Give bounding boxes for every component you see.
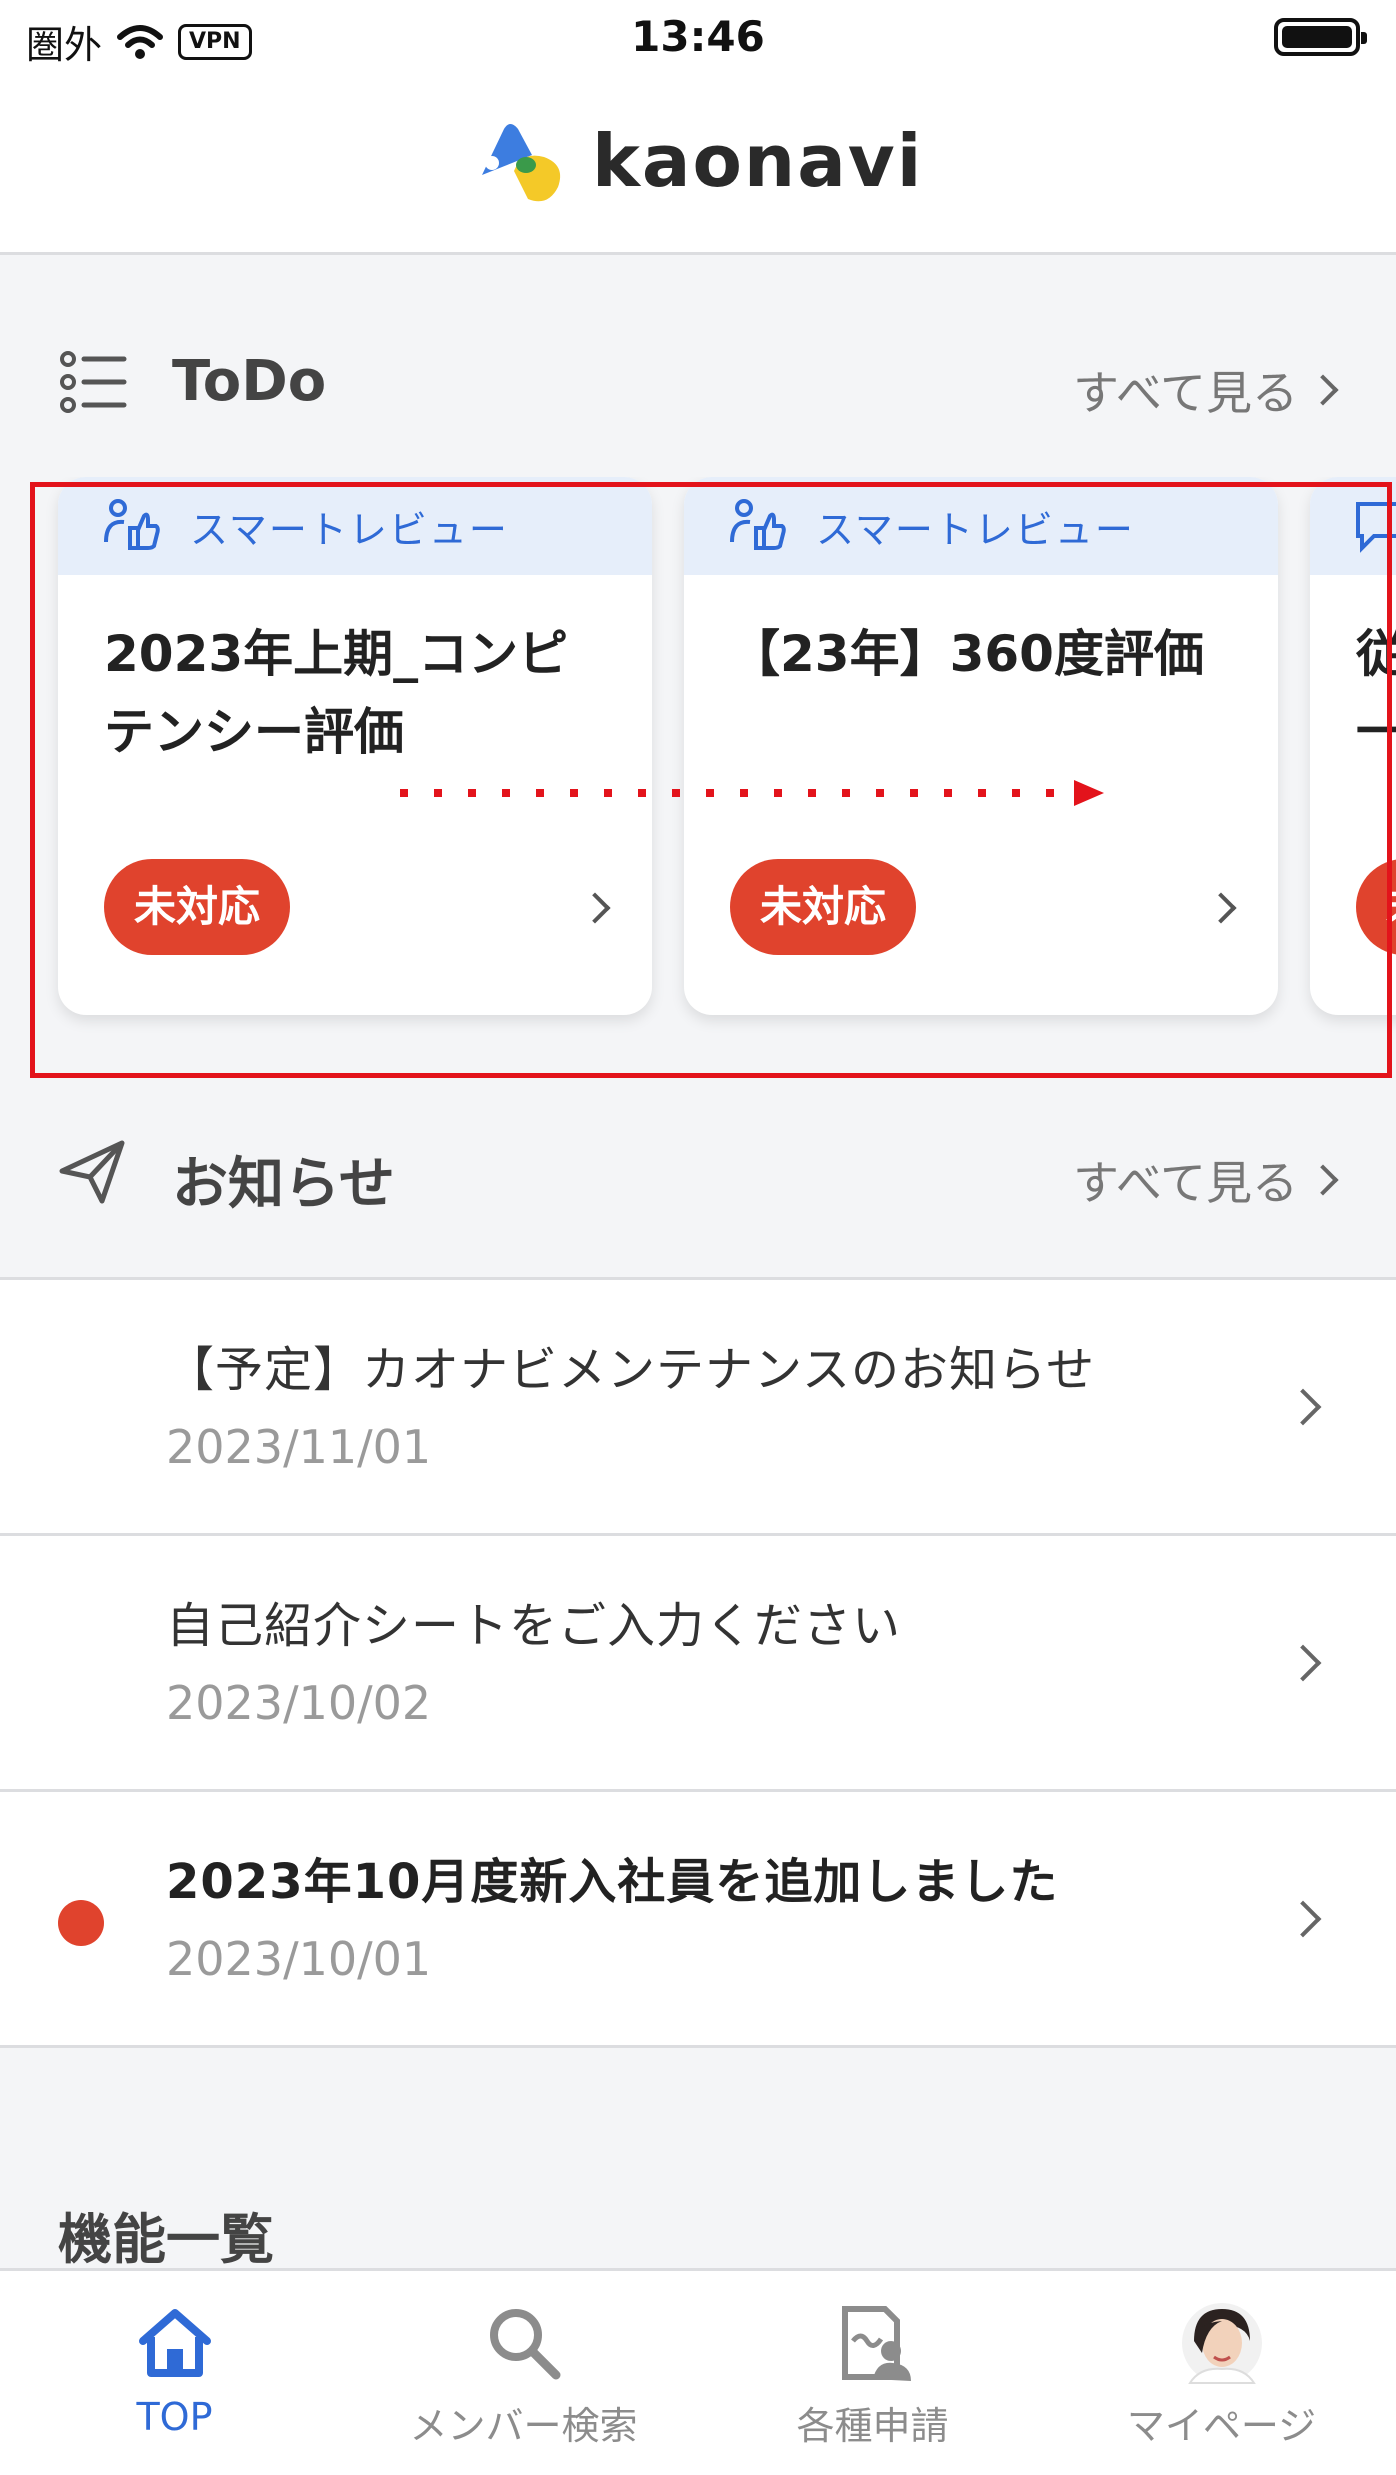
battery-icon bbox=[1274, 18, 1367, 56]
features-title: 機能一覧 bbox=[58, 2208, 274, 2271]
news-item[interactable]: 自己紹介シートをご入力ください 2023/10/02 bbox=[0, 1536, 1396, 1792]
card-title: 【23年】360度評価 bbox=[730, 625, 1204, 683]
application-icon bbox=[841, 2306, 911, 2381]
news-list: 【予定】カオナビメンテナンスのお知らせ 2023/11/01 自己紹介シートをご… bbox=[0, 1277, 1396, 2048]
todo-section-header: ToDo すべて見る bbox=[0, 327, 1396, 437]
card-title: 2023年上期_コンピテンシー評価 bbox=[104, 625, 569, 761]
news-section-header: お知らせ すべて見る bbox=[0, 1117, 1396, 1227]
news-item[interactable]: 2023年10月度新入社員を追加しました 2023/10/01 bbox=[0, 1792, 1396, 2048]
tab-label: メンバー検索 bbox=[409, 2404, 638, 2448]
status-badge: 未対応 bbox=[730, 859, 917, 955]
news-item-date: 2023/10/02 bbox=[166, 1676, 432, 1730]
review-thumbs-up-icon bbox=[730, 499, 786, 550]
tab-applications[interactable]: 各種申請 bbox=[698, 2271, 1047, 2475]
home-content[interactable]: ToDo すべて見る スマートレビュー 2023年上期_コンピテンシー評価 未対… bbox=[0, 255, 1396, 2271]
news-item-title: 2023年10月度新入社員を追加しました bbox=[166, 1854, 1059, 1910]
list-icon bbox=[60, 351, 127, 413]
news-title: お知らせ bbox=[172, 1152, 395, 1217]
tab-label: 各種申請 bbox=[796, 2404, 949, 2448]
bottom-tab-bar: TOP メンバー検索 各種申請 マイページ bbox=[0, 2268, 1396, 2475]
unread-dot-icon bbox=[58, 1900, 104, 1946]
card-category-band: スマートレビュー bbox=[684, 477, 1278, 575]
news-item[interactable]: 【予定】カオナビメンテナンスのお知らせ 2023/11/01 bbox=[0, 1280, 1396, 1536]
card-category-band: スマートレビュー bbox=[58, 477, 652, 575]
todo-see-all-label: すべて見る bbox=[1073, 366, 1298, 420]
chevron-right-icon bbox=[1284, 1644, 1322, 1682]
todo-card[interactable]: スマートレビュー 【23年】360度評価 未対応 bbox=[684, 477, 1278, 1015]
search-icon bbox=[489, 2309, 560, 2380]
news-see-all-link[interactable]: すべて見る bbox=[1073, 1147, 1339, 1213]
chat-bubble-icon bbox=[1356, 502, 1396, 553]
chevron-right-icon bbox=[1205, 892, 1237, 924]
logo-mark-icon bbox=[482, 124, 561, 202]
chevron-right-icon bbox=[1284, 1900, 1322, 1938]
card-category-label: スマートレビュー bbox=[190, 507, 509, 552]
todo-see-all-link[interactable]: すべて見る bbox=[1073, 357, 1339, 423]
news-item-date: 2023/10/01 bbox=[166, 1932, 432, 1986]
app-screen: 圏外 VPN 13:46 kaonavi ToDo すべて見る スマートレビュー… bbox=[0, 0, 1396, 2475]
status-badge: 未対応 bbox=[104, 859, 291, 955]
todo-title: ToDo bbox=[172, 349, 327, 414]
news-item-title: 自己紹介シートをご入力ください bbox=[166, 1598, 902, 1654]
tab-top[interactable]: TOP bbox=[0, 2271, 349, 2475]
chevron-right-icon bbox=[579, 892, 611, 924]
avatar-icon bbox=[1181, 2303, 1262, 2384]
news-item-date: 2023/11/01 bbox=[166, 1420, 432, 1474]
logo-text: kaonavi bbox=[592, 119, 924, 203]
card-category-label: スマートレビュー bbox=[816, 507, 1135, 552]
todo-card[interactable]: スマートレビュー 2023年上期_コンピテンシー評価 未対応 bbox=[58, 477, 652, 1015]
chevron-right-icon bbox=[1284, 1388, 1322, 1426]
tab-mypage[interactable]: マイページ bbox=[1047, 2271, 1396, 2475]
kaonavi-logo: kaonavi bbox=[474, 113, 923, 209]
news-see-all-label: すべて見る bbox=[1073, 1156, 1298, 1210]
app-header: kaonavi bbox=[0, 75, 1396, 255]
status-bar: 圏外 VPN 13:46 bbox=[0, 0, 1396, 75]
home-icon bbox=[138, 2309, 211, 2377]
review-thumbs-up-icon bbox=[104, 499, 160, 550]
card-category-band bbox=[1310, 477, 1396, 575]
tab-member-search[interactable]: メンバー検索 bbox=[349, 2271, 698, 2475]
news-item-title: 【予定】カオナビメンテナンスのお知らせ bbox=[166, 1342, 1096, 1398]
status-badge: 未 bbox=[1356, 859, 1396, 955]
chevron-right-icon bbox=[1307, 374, 1339, 406]
status-time: 13:46 bbox=[631, 12, 765, 61]
chevron-right-icon bbox=[1307, 1164, 1339, 1196]
card-title: 従 一 bbox=[1356, 625, 1396, 761]
tab-label: マイページ bbox=[1126, 2404, 1317, 2448]
paper-plane-icon bbox=[59, 1140, 125, 1204]
todo-card-carousel[interactable]: スマートレビュー 2023年上期_コンピテンシー評価 未対応 スマートレビュー … bbox=[0, 477, 1396, 1077]
tab-label: TOP bbox=[136, 2395, 213, 2439]
todo-card-partial[interactable]: 従 一 未 bbox=[1310, 477, 1396, 1015]
